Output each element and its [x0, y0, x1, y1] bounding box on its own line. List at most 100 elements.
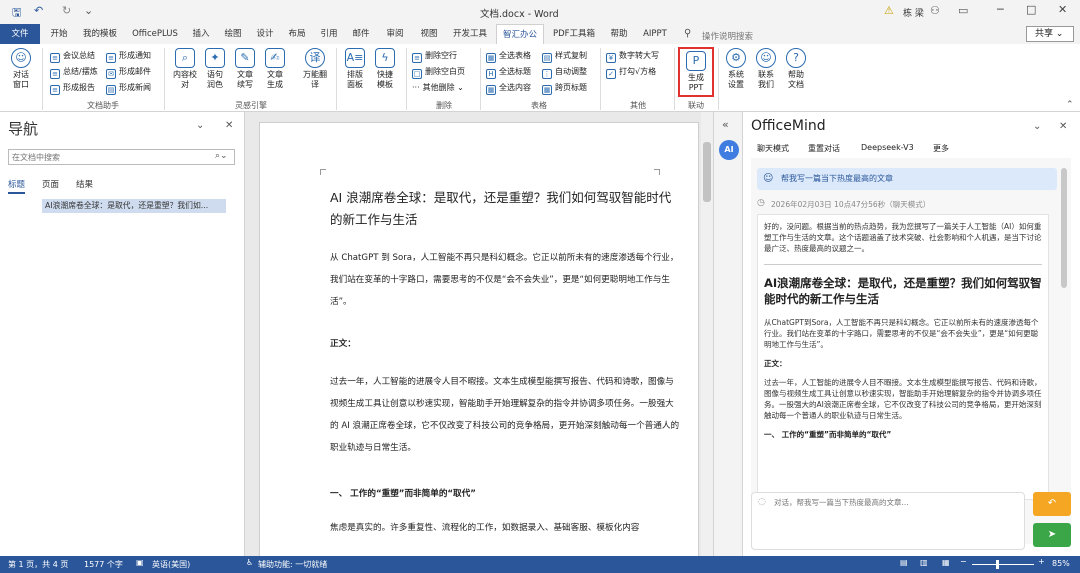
continue-writing-button[interactable]: ✎ 文章 续写 [230, 48, 260, 90]
nav-heading-item[interactable]: AI浪潮席卷全球：是取代，还是重塑？我们如... [42, 199, 226, 213]
nav-search-box[interactable]: ⌕⌄ [8, 149, 235, 165]
tab-officeplus[interactable]: OfficePLUS [126, 24, 184, 44]
zoom-level[interactable]: 85% [1052, 559, 1070, 568]
tab-reset-chat[interactable]: 重置对话 [808, 143, 840, 154]
translate-button[interactable]: 译万能翻 译 [298, 48, 332, 90]
tab-developer[interactable]: 开发工具 [448, 24, 492, 44]
collapse-icon[interactable]: « [722, 118, 729, 131]
quick-template-button[interactable]: ϟ 快捷 模板 [370, 48, 400, 90]
user-icon[interactable]: ⚇ [930, 4, 940, 17]
tell-me-search[interactable]: 操作说明搜索 [702, 30, 753, 42]
tab-draw[interactable]: 绘图 [218, 24, 248, 44]
send-button[interactable]: ➤ [1033, 523, 1071, 547]
tab-aippt[interactable]: AIPPT [638, 24, 672, 44]
separator [600, 48, 601, 110]
zoom-out-icon[interactable]: − [960, 557, 967, 566]
nav-tab-pages[interactable]: 页面 [42, 178, 59, 190]
layout-panel-button[interactable]: A≡ 排版 面板 [340, 48, 370, 90]
tab-more[interactable]: 更多 [933, 143, 949, 154]
tab-design[interactable]: 设计 [250, 24, 280, 44]
tab-layout[interactable]: 布局 [282, 24, 312, 44]
polish-button[interactable]: ✦ 语句 润色 [200, 48, 230, 90]
proofread-button[interactable]: ⌕ 内容校 对 [170, 48, 200, 90]
undo-button[interactable]: ↶ [1033, 492, 1071, 516]
select-content-button[interactable]: ▦ 全选内容 [486, 82, 531, 95]
email-button[interactable]: ✉ 形成邮件 [106, 66, 151, 79]
ai-icon[interactable]: AI [719, 140, 739, 160]
zoom-in-icon[interactable]: + [1038, 557, 1045, 566]
meeting-summary-button[interactable]: ≡ 会议总结 [50, 50, 95, 63]
redo-icon[interactable]: ↻ [62, 4, 71, 17]
share-button[interactable]: 共享 ⌄ [1026, 26, 1074, 42]
repeat-header-button[interactable]: ▦ 跨页标题 [542, 82, 587, 95]
generate-article-button[interactable]: ✍ 文章 生成 [260, 48, 290, 90]
tab-file[interactable]: 文件 [0, 24, 40, 44]
nav-tab-results[interactable]: 结果 [76, 178, 93, 190]
news-button[interactable]: ▤ 形成新闻 [106, 82, 151, 95]
chevron-down-icon[interactable]: ⌄ [1033, 121, 1041, 132]
search-icon[interactable]: ⌕⌄ [215, 151, 228, 161]
dialog-window-button[interactable]: ☺ 对话 窗口 [6, 48, 36, 90]
separator [406, 48, 407, 110]
language[interactable]: 英语(美国) [152, 559, 190, 570]
auto-fit-button[interactable]: ⋮ 自动调整 [542, 66, 587, 79]
chat-input[interactable] [774, 497, 1020, 545]
checkbox-button[interactable]: ✓ 打勾√方格 [606, 66, 656, 79]
collapse-ribbon-icon[interactable]: ⌃ [1066, 100, 1074, 110]
word-count[interactable]: 1577 个字 [84, 559, 123, 570]
maximize-icon[interactable]: □ [1026, 3, 1036, 16]
tab-mailings[interactable]: 邮件 [346, 24, 376, 44]
generate-ppt-button[interactable]: P 生成 PPT [678, 47, 714, 97]
zoom-slider-thumb[interactable] [996, 560, 999, 569]
tab-chat-mode[interactable]: 聊天模式 [757, 143, 789, 154]
delete-empty-lines-button[interactable]: ≡ 删除空行 [412, 50, 457, 63]
zoom-slider[interactable] [972, 564, 1034, 565]
number-uppercase-button[interactable]: ¥ 数字转大写 [606, 50, 659, 63]
user-name[interactable]: 栋 梁 [903, 6, 924, 19]
system-settings-button[interactable]: ⚙ 系统 设置 [722, 48, 750, 90]
notice-button[interactable]: ≡ 形成通知 [106, 50, 151, 63]
document-page[interactable]: AI 浪潮席卷全球：是取代，还是重塑？我们如何驾驭智能时代的新工作与生活 从 C… [259, 122, 699, 562]
tab-view[interactable]: 视图 [414, 24, 444, 44]
select-tables-button[interactable]: ▦ 全选表格 [486, 50, 531, 63]
nav-tab-headings[interactable]: 标题 [8, 178, 26, 194]
nav-search-input[interactable] [9, 150, 199, 164]
web-layout-icon[interactable]: ▦ [942, 558, 950, 567]
close-icon[interactable]: ✕ [1059, 121, 1067, 132]
chat-scrollbar-thumb[interactable] [1061, 168, 1067, 288]
quick-access-dropdown-icon[interactable]: ⌄ [84, 4, 93, 17]
help-doc-button[interactable]: ? 帮助 文档 [782, 48, 810, 90]
proofing-icon[interactable]: ▣ [136, 558, 144, 567]
tab-model-select[interactable]: Deepseek-V3 [861, 143, 914, 152]
vertical-scrollbar[interactable] [701, 112, 713, 556]
print-layout-icon[interactable]: ▥ [920, 558, 928, 567]
chat-input-box[interactable]: ◌ [751, 492, 1025, 550]
chevron-down-icon[interactable]: ⌄ [196, 120, 204, 131]
tab-references[interactable]: 引用 [314, 24, 344, 44]
report-button[interactable]: ≡ 形成报告 [50, 82, 95, 95]
tab-home[interactable]: 开始 [42, 24, 76, 44]
delete-blank-page-button[interactable]: □ 删除空白页 [412, 66, 465, 79]
focus-icon[interactable]: ▤ [900, 558, 908, 567]
save-icon[interactable]: 🖫 [12, 4, 21, 23]
select-headings-button[interactable]: H 全选标题 [486, 66, 531, 79]
ribbon-display-icon[interactable]: ▭ [958, 4, 968, 17]
undo-icon[interactable]: ↶ [34, 4, 43, 17]
scrollbar-thumb[interactable] [703, 142, 711, 202]
tab-review[interactable]: 审阅 [380, 24, 410, 44]
contact-us-button[interactable]: ☺ 联系 我们 [752, 48, 780, 90]
tab-insert[interactable]: 插入 [186, 24, 216, 44]
warning-icon[interactable]: ⚠ [884, 4, 894, 17]
minimize-icon[interactable]: ─ [997, 3, 1004, 16]
copy-style-button[interactable]: ▤ 样式复制 [542, 50, 587, 63]
tab-pdf-tools[interactable]: PDF工具箱 [548, 24, 600, 44]
close-window-icon[interactable]: ✕ [1058, 3, 1067, 16]
tab-smart-office[interactable]: 智汇办公 [496, 24, 544, 44]
summary-button[interactable]: ≡ 总结/摆炼 [50, 66, 98, 79]
tab-help[interactable]: 帮助 [604, 24, 634, 44]
accessibility-status[interactable]: 辅助功能: 一切就绪 [258, 559, 327, 570]
close-icon[interactable]: ✕ [225, 120, 233, 131]
page-count[interactable]: 第 1 页，共 4 页 [8, 559, 68, 570]
other-delete-button[interactable]: ··· 其他删除 ⌄ [412, 82, 464, 93]
tab-my-templates[interactable]: 我的模板 [78, 24, 122, 44]
